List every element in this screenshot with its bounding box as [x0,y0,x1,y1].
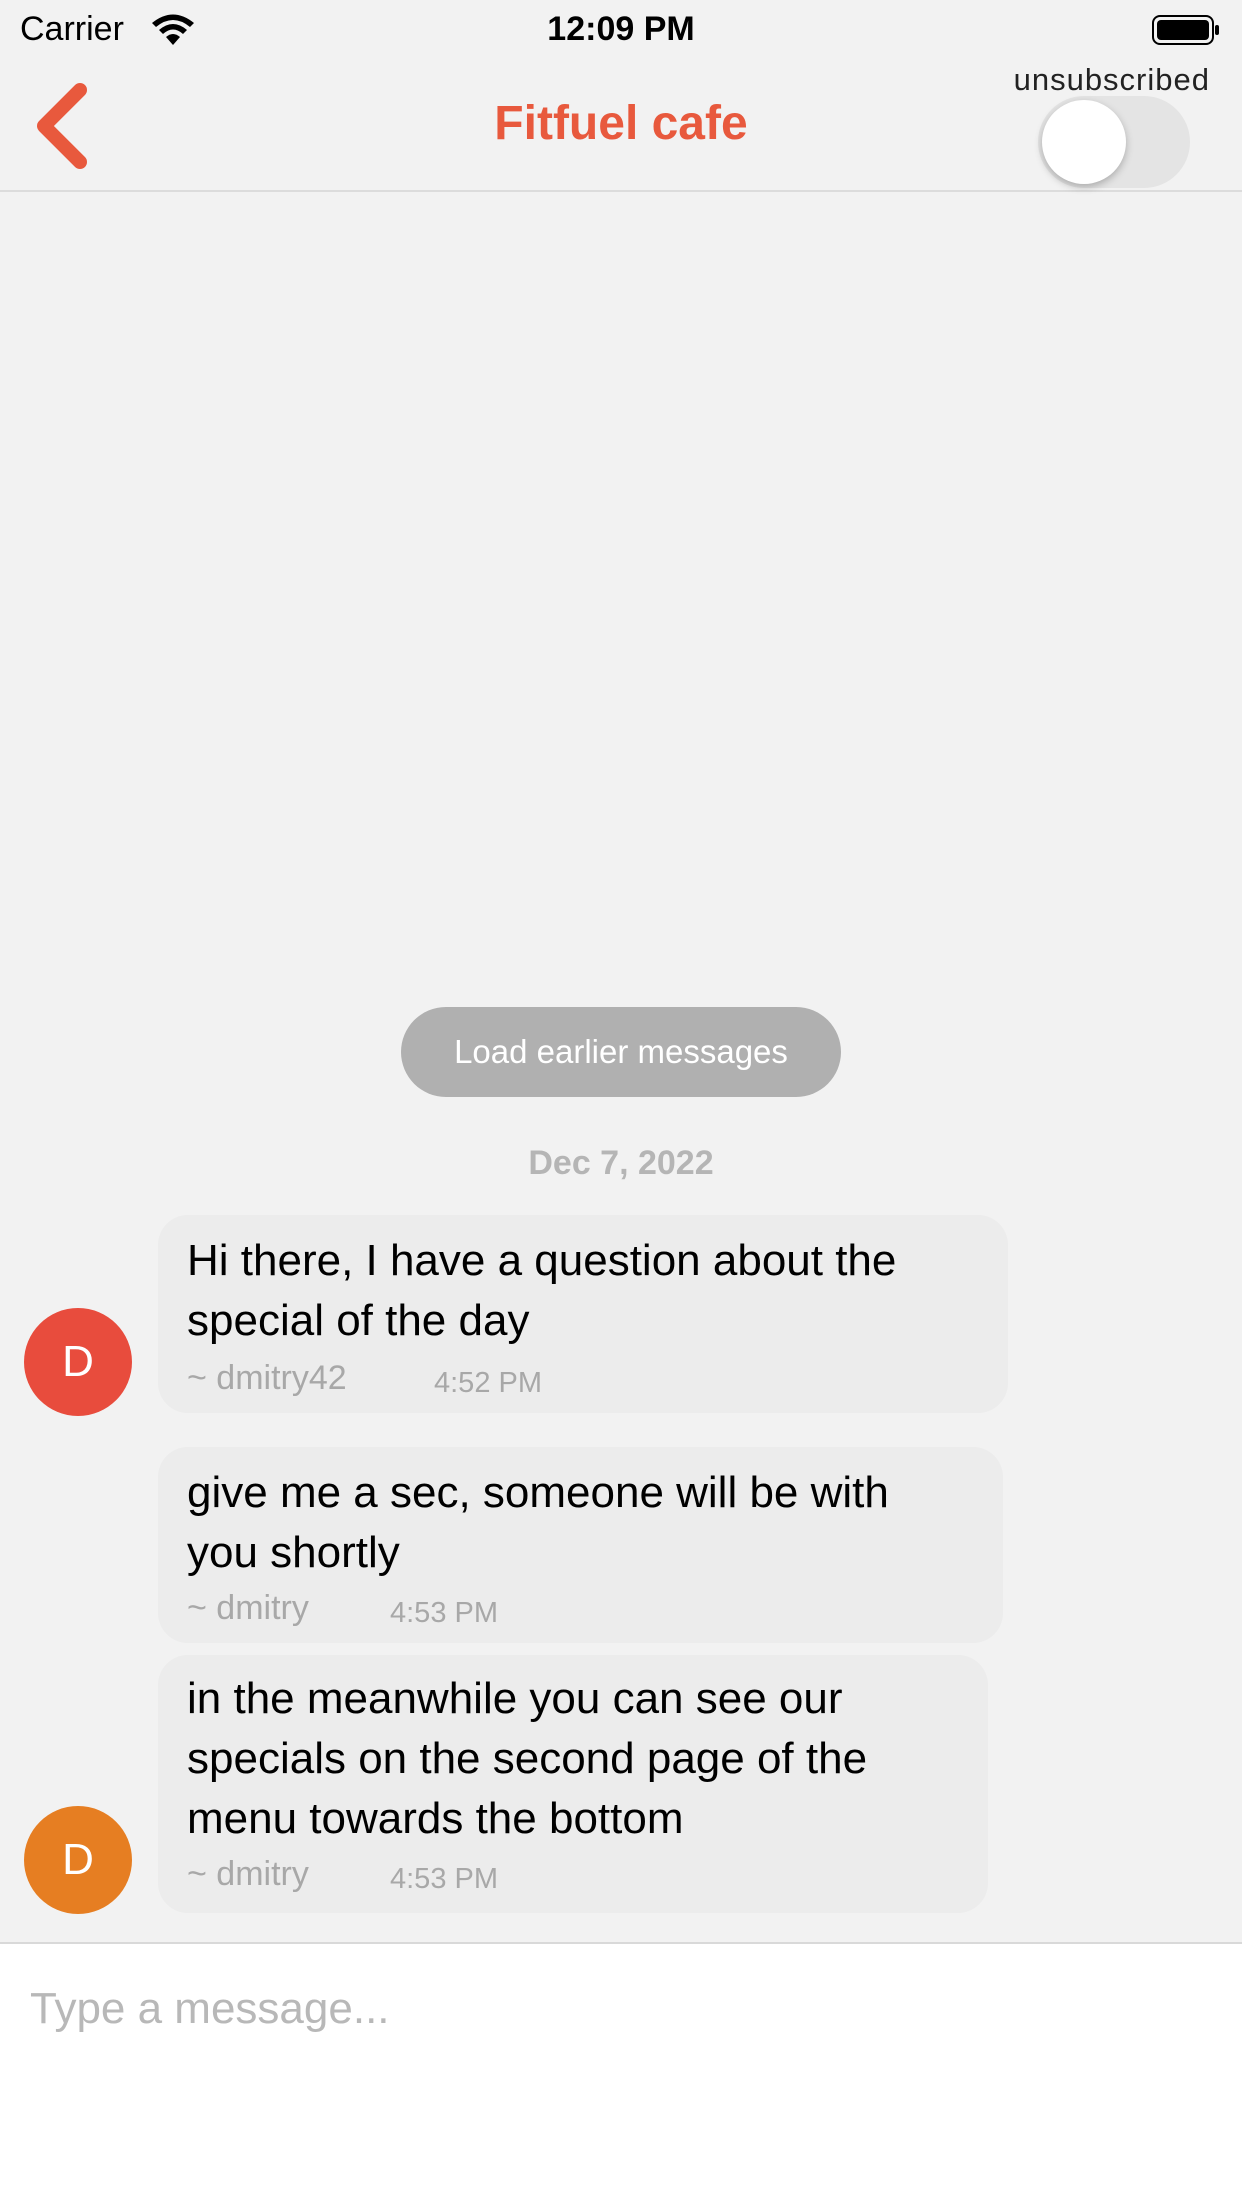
message-username: ~ dmitry [187,1589,309,1627]
message-text-line: menu towards the bottom [187,1794,684,1843]
toggle-knob [1042,100,1126,184]
back-button[interactable] [26,80,106,170]
message-time: 4:53 PM [390,1597,498,1629]
avatar[interactable]: D [24,1806,132,1914]
date-separator: Dec 7, 2022 [528,1144,714,1182]
battery-icon [1152,15,1219,45]
avatar[interactable]: D [24,1308,132,1416]
status-bar: Carrier 12:09 PM [0,0,1242,62]
message-text-line: in the meanwhile you can see our [187,1674,843,1723]
message-composer [0,1942,1242,2208]
message-input[interactable] [30,1974,1210,2044]
message-text-line: you shortly [187,1528,400,1577]
chevron-left-icon [37,83,87,169]
message-bubble: give me a sec, someone will be with you … [158,1447,1003,1643]
message-text-line: specials on the second page of the [187,1734,868,1783]
load-earlier-button[interactable]: Load earlier messages [401,1007,841,1097]
subscribe-toggle[interactable] [1038,96,1190,188]
message-bubble: in the meanwhile you can see our special… [158,1655,988,1913]
message-time: 4:53 PM [390,1863,498,1895]
clock: 12:09 PM [547,10,695,48]
nav-bar: Fitfuel cafe unsubscribed [0,62,1242,192]
message-username: ~ dmitry [187,1855,309,1893]
subscription-label: unsubscribed [1013,62,1210,97]
message-text-line: Hi there, I have a question about the [187,1236,897,1285]
message-text-line: give me a sec, someone will be with [187,1468,889,1517]
message-username: ~ dmitry42 [187,1359,347,1397]
message-time: 4:52 PM [434,1367,542,1399]
message-text-line: special of the day [187,1296,530,1345]
message-bubble: Hi there, I have a question about the sp… [158,1215,1008,1413]
